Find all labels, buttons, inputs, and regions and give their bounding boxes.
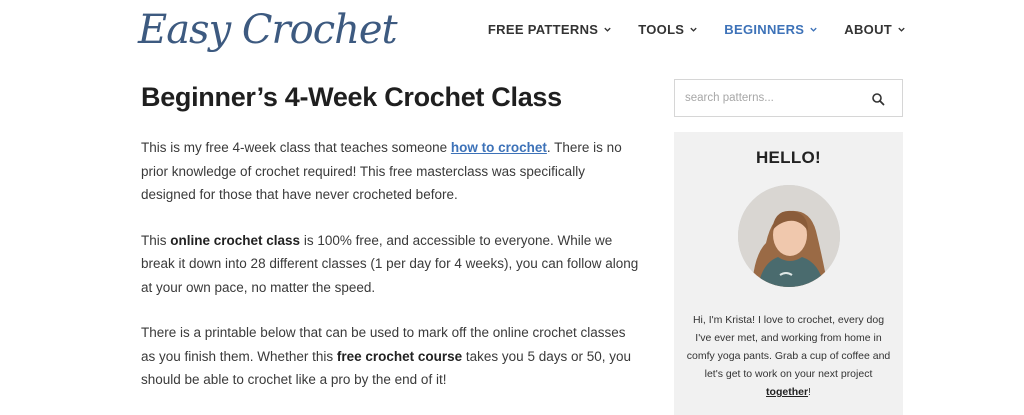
nav-item-tools[interactable]: TOOLS	[638, 22, 698, 37]
printable-paragraph: There is a printable below that can be u…	[141, 321, 641, 392]
search-form	[674, 79, 903, 117]
nav-item-beginners[interactable]: BEGINNERS	[724, 22, 818, 37]
page-title: Beginner’s 4-Week Crochet Class	[141, 82, 562, 112]
class-description-paragraph: This online crochet class is 100% free, …	[141, 229, 641, 300]
site-logo[interactable]: Easy Crochet	[138, 4, 398, 56]
author-bio: Hi, I'm Krista! I love to crochet, every…	[674, 311, 903, 401]
nav-item-label: BEGINNERS	[724, 22, 805, 37]
nav-item-about[interactable]: ABOUT	[844, 22, 906, 37]
article-content: Beginner’s 4-Week Crochet Class This is …	[141, 78, 641, 392]
search-icon[interactable]	[871, 92, 885, 106]
together-link[interactable]: together	[766, 386, 808, 398]
hello-widget: HELLO! Hi, I'm Krista! I love to crochet…	[674, 132, 903, 415]
hello-title: HELLO!	[755, 148, 822, 167]
chevron-down-icon	[603, 25, 612, 34]
bold-text: free crochet course	[336, 348, 463, 364]
paragraph-text: This	[141, 232, 171, 248]
chevron-down-icon	[809, 25, 818, 34]
main-nav: FREE PATTERNS TOOLS BEGINNERS ABOUT	[488, 22, 906, 37]
intro-paragraph: This is my free 4-week class that teache…	[141, 136, 641, 207]
nav-item-label: ABOUT	[844, 22, 892, 37]
sidebar: HELLO! Hi, I'm Krista! I love to crochet…	[674, 79, 904, 415]
bio-text: Hi, I'm Krista! I love to crochet, every…	[686, 314, 891, 380]
search-input[interactable]	[675, 80, 855, 116]
paragraph-text: This is my free 4-week class that teache…	[141, 140, 451, 155]
chevron-down-icon	[689, 25, 698, 34]
site-header: Easy Crochet FREE PATTERNS TOOLS BEGINNE…	[0, 0, 1024, 64]
nav-item-label: TOOLS	[638, 22, 685, 37]
nav-item-label: FREE PATTERNS	[487, 22, 599, 37]
chevron-down-icon	[897, 25, 906, 34]
avatar	[737, 185, 840, 287]
how-to-crochet-link[interactable]: how to crochet	[451, 140, 547, 155]
bold-text: online crochet class	[170, 232, 301, 248]
bio-text: !	[808, 386, 811, 398]
nav-item-free-patterns[interactable]: FREE PATTERNS	[488, 22, 612, 37]
